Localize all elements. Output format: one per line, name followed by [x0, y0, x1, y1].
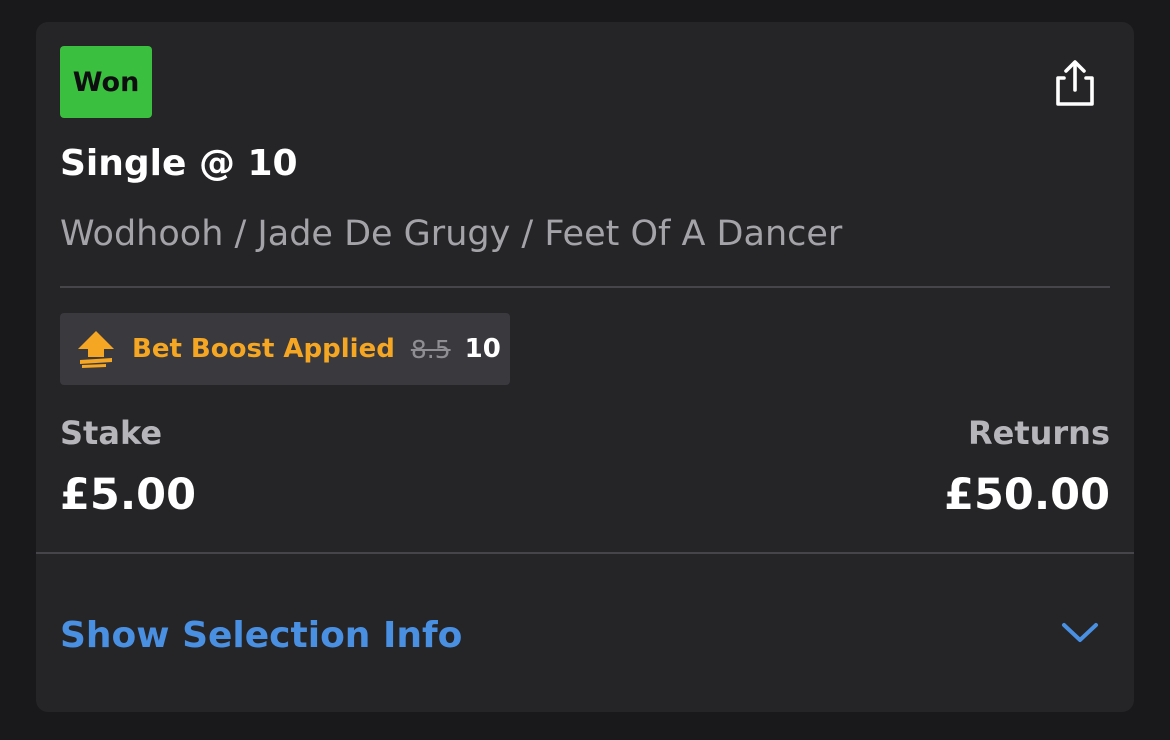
returns-label: Returns [967, 414, 1110, 452]
returns-value: £50.00 [944, 470, 1110, 520]
bet-boost-banner: Bet Boost Applied 8.5 10 [60, 313, 510, 385]
show-selection-info-label: Show Selection Info [60, 615, 463, 656]
stake-value: £5.00 [60, 470, 197, 520]
show-selection-info-button[interactable]: Show Selection Info [36, 554, 1134, 712]
divider [60, 286, 1110, 288]
status-badge: Won [60, 46, 152, 118]
boost-label: Bet Boost Applied [132, 334, 395, 364]
selection-names: Wodhooh / Jade De Grugy / Feet Of A Danc… [60, 214, 843, 254]
bet-title: Single @ 10 [60, 143, 298, 184]
boost-new-odds: 10 [464, 334, 501, 364]
bet-card: Won Single @ 10 Wodhooh / Jade De Grugy … [36, 22, 1134, 712]
share-button[interactable] [1048, 58, 1102, 110]
share-icon [1056, 60, 1094, 106]
chevron-down-icon [1062, 623, 1098, 642]
stake-label: Stake [60, 414, 163, 452]
boost-old-odds: 8.5 [410, 334, 451, 364]
boost-arrow-icon [76, 329, 116, 369]
